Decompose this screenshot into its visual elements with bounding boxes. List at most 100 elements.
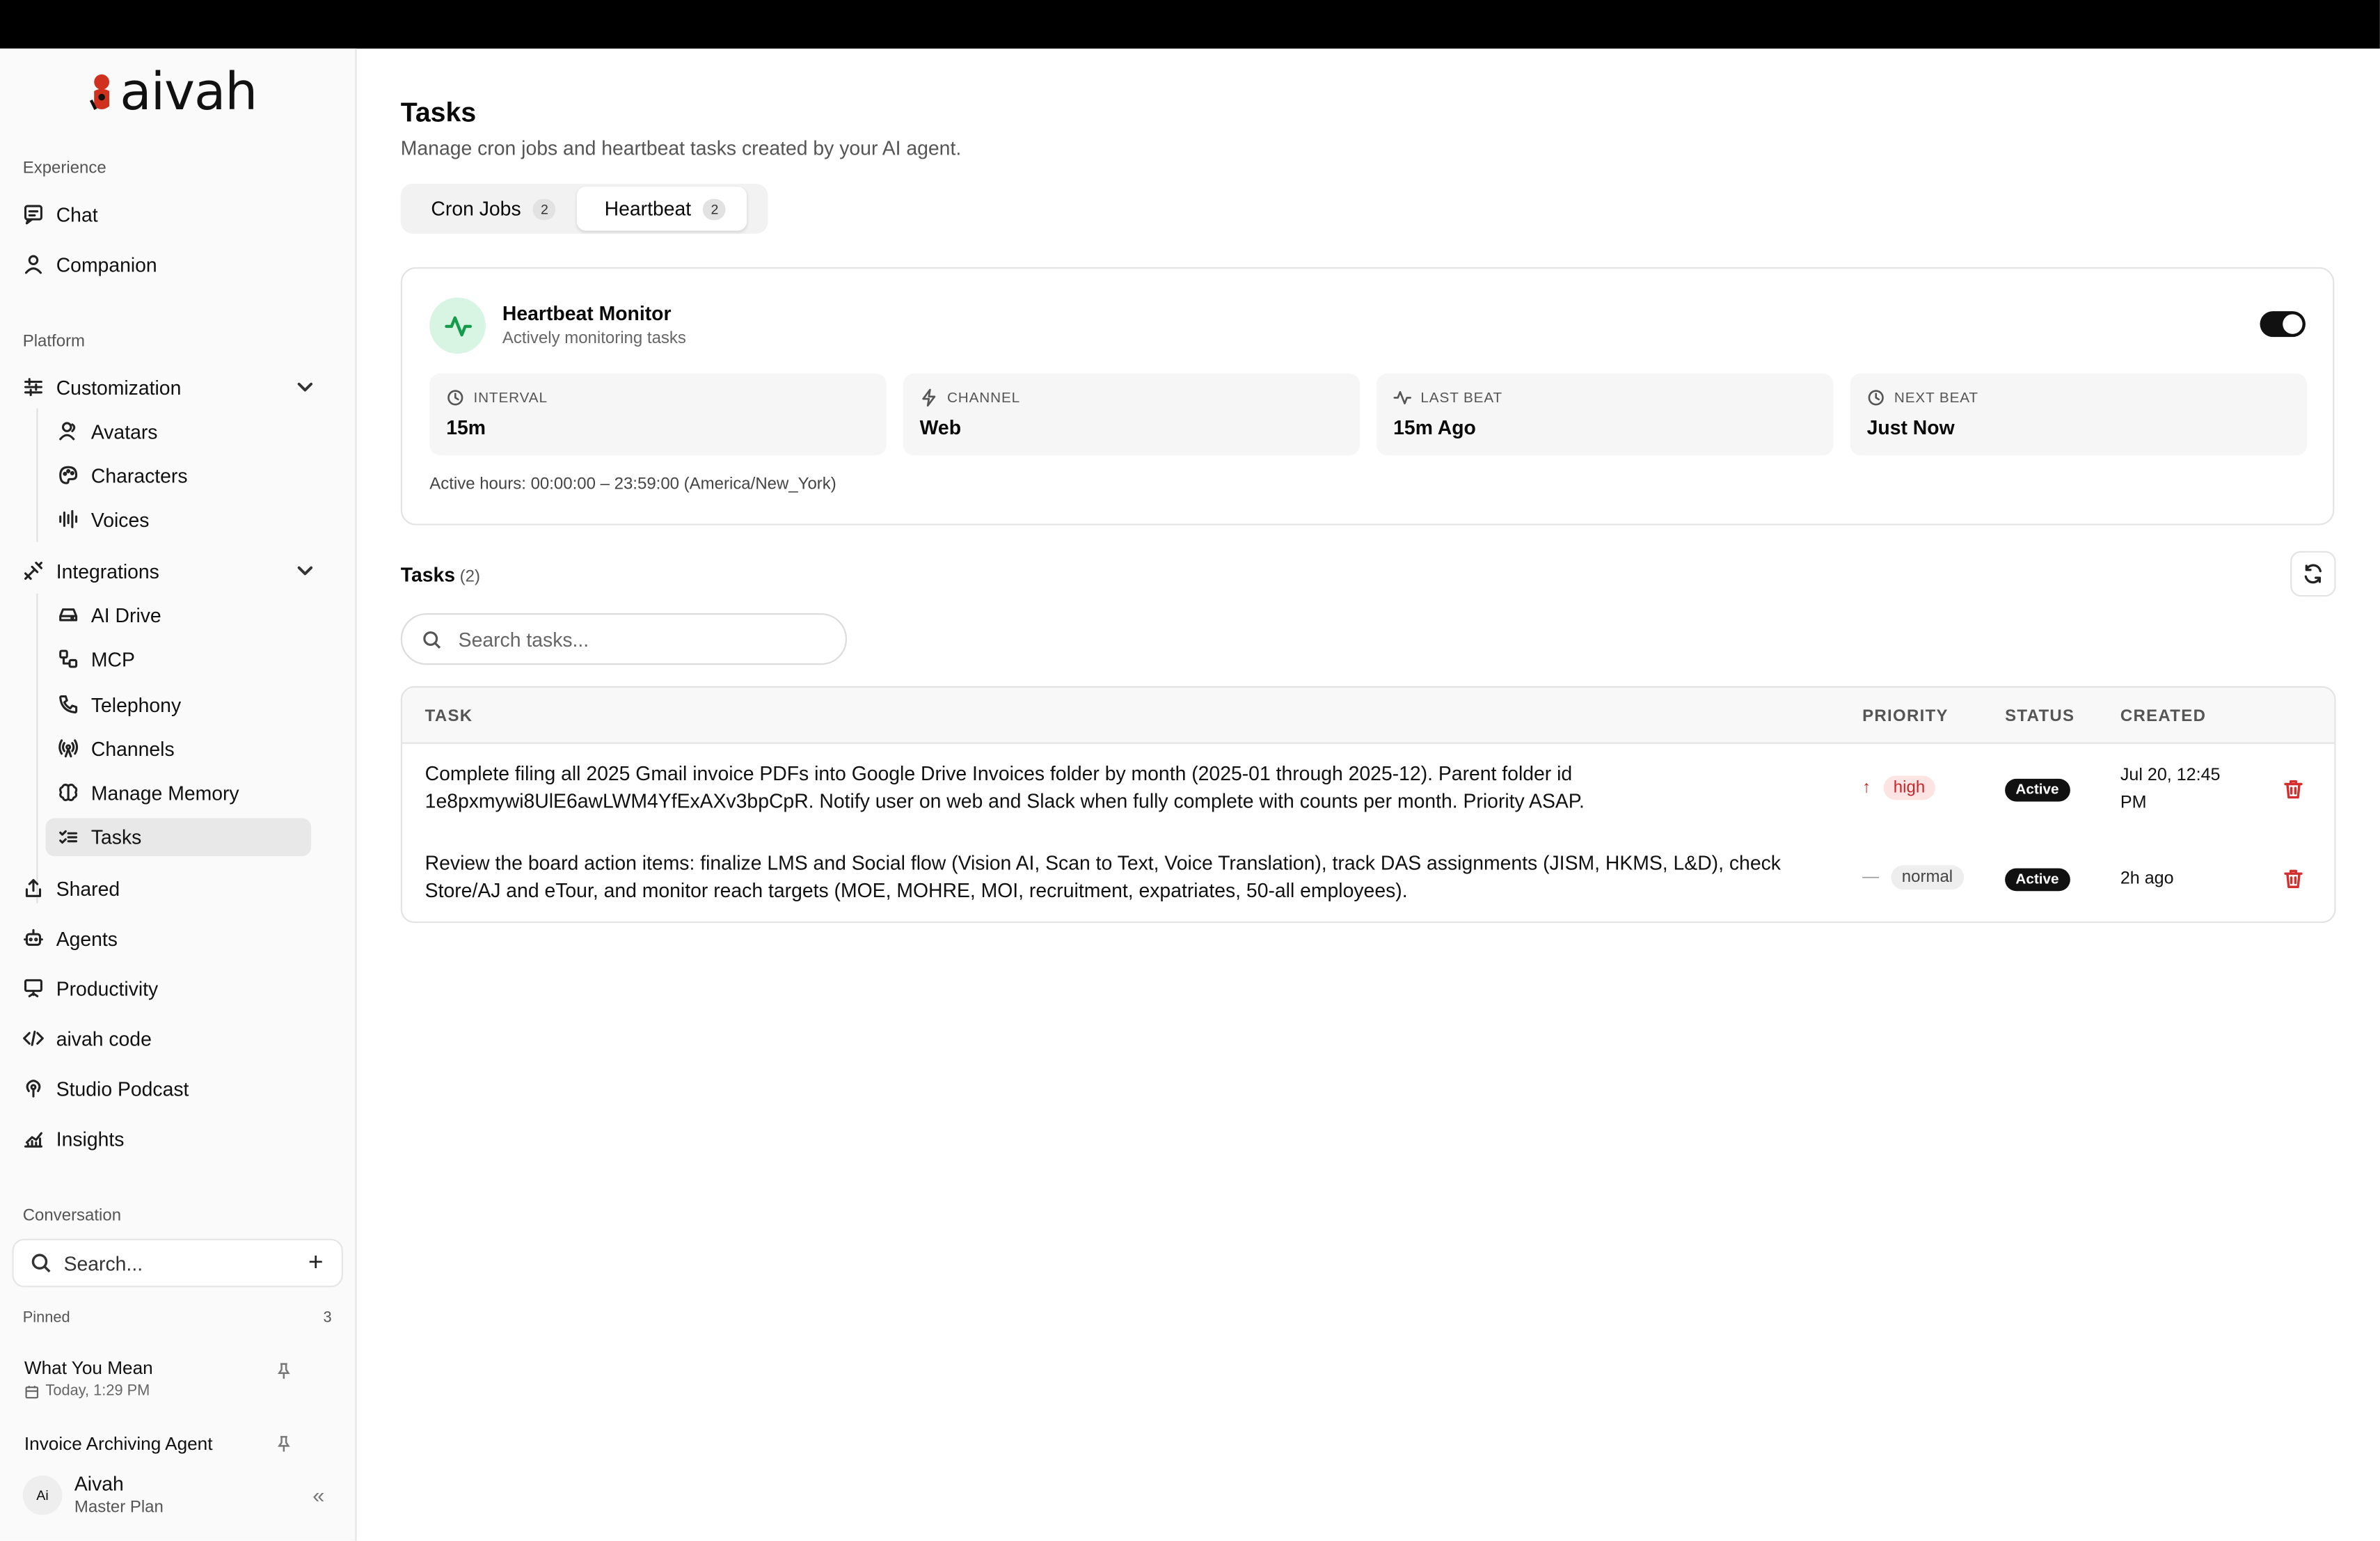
sidebar-item-companion[interactable]: Companion <box>23 249 157 280</box>
sidebar-item-studio-podcast[interactable]: Studio Podcast <box>23 1073 189 1104</box>
table-header: TASK PRIORITY STATUS CREATED <box>402 687 2335 744</box>
column-header-task: TASK <box>425 707 473 726</box>
sidebar-item-telephony[interactable]: Telephony <box>58 689 181 720</box>
stat-label: LAST BEAT <box>1420 389 1503 406</box>
trash-icon[interactable] <box>2283 779 2304 800</box>
sidebar-item-productivity[interactable]: Productivity <box>23 973 159 1004</box>
task-text-line: Review the board action items: finalize … <box>425 851 1781 875</box>
brand-name: aivah <box>120 62 257 123</box>
sidebar-item-ai-drive[interactable]: AI Drive <box>58 599 161 630</box>
pin-icon[interactable] <box>275 1433 293 1452</box>
sidebar-item-label: Tasks <box>90 825 142 849</box>
new-conversation-plus-icon[interactable]: + <box>308 1249 324 1275</box>
stat-interval: INTERVAL 15m <box>429 373 887 456</box>
chevron-down-icon[interactable] <box>296 562 314 580</box>
section-label-conversation: Conversation <box>22 1206 122 1226</box>
lightning-icon <box>922 388 936 407</box>
sidebar-item-manage-memory[interactable]: Manage Memory <box>58 777 239 808</box>
pinned-conversation-item[interactable]: What You Mean Today, 1:29 PM <box>24 1357 153 1400</box>
sidebar-item-voices[interactable]: Voices <box>58 504 150 535</box>
sliders-icon <box>23 377 45 398</box>
share-icon <box>23 878 45 899</box>
tab-count-badge: 2 <box>533 198 556 220</box>
podcast-icon <box>23 1078 45 1100</box>
created-line: 2h ago <box>2120 869 2174 888</box>
sidebar-item-mcp[interactable]: MCP <box>58 644 135 674</box>
sidebar-item-label: Characters <box>90 464 188 487</box>
tasks-heading: Tasks (2) <box>401 563 480 586</box>
radio-tower-icon <box>58 738 79 759</box>
pin-icon[interactable] <box>275 1360 293 1379</box>
stat-value: Just Now <box>1866 416 1955 439</box>
monitor-subtitle: Actively monitoring tasks <box>502 329 686 348</box>
conversation-search[interactable]: Search... + <box>12 1238 343 1288</box>
trash-icon[interactable] <box>2283 869 2304 890</box>
page-subtitle: Manage cron jobs and heartbeat tasks cre… <box>400 136 962 160</box>
monitor-enabled-toggle[interactable] <box>2260 311 2306 338</box>
sidebar-item-shared[interactable]: Shared <box>23 873 120 903</box>
sidebar-item-customization[interactable]: Customization <box>23 372 342 402</box>
table-row[interactable]: Review the board action items: finalize … <box>402 835 2334 922</box>
dash-icon: — <box>1862 868 1880 887</box>
chevron-down-icon[interactable] <box>296 378 314 396</box>
window-top-bar <box>0 0 2380 49</box>
task-text-line: Store/AJ and eTour, and monitor reach ta… <box>425 878 1408 902</box>
heartbeat-monitor-card: Heartbeat Monitor Actively monitoring ta… <box>400 267 2335 525</box>
sidebar-item-agents[interactable]: Agents <box>23 923 118 954</box>
task-text: Complete filing all 2025 Gmail invoice P… <box>425 761 1822 816</box>
pinned-conversation-item[interactable]: Invoice Archiving Agent <box>24 1433 213 1455</box>
priority-badge: high <box>1882 775 1936 800</box>
created-cell: Jul 20, 12:45 PM <box>2120 762 2221 817</box>
pinned-conversation-title: What You Mean <box>24 1357 153 1379</box>
status-badge: Active <box>2005 778 2070 802</box>
sidebar-item-label: Integrations <box>56 559 159 583</box>
sidebar-item-integrations[interactable]: Integrations <box>23 555 342 586</box>
brain-icon <box>58 782 79 803</box>
stat-channel: CHANNEL Web <box>903 373 1360 456</box>
pulse-icon <box>1393 390 1412 404</box>
presentation-icon <box>23 978 45 999</box>
arrow-up-icon: ↑ <box>1862 778 1871 798</box>
brand-logo[interactable]: aivah <box>88 62 257 123</box>
created-line: Jul 20, 12:45 <box>2120 766 2221 785</box>
sidebar-item-label: Agents <box>56 926 118 950</box>
tab-label: Cron Jobs <box>431 197 521 221</box>
audio-waveform-icon <box>58 509 79 530</box>
main-content: Tasks Manage cron jobs and heartbeat tas… <box>357 49 2380 1541</box>
sidebar-item-aivah-code[interactable]: aivah code <box>23 1023 152 1054</box>
sidebar-item-label: Studio Podcast <box>56 1077 189 1100</box>
sidebar-item-label: MCP <box>90 647 135 670</box>
sidebar-item-channels[interactable]: Channels <box>58 733 175 764</box>
sidebar-item-label: aivah code <box>56 1027 152 1050</box>
sidebar-item-chat[interactable]: Chat <box>23 199 98 230</box>
sidebar-item-avatars[interactable]: Avatars <box>58 416 158 447</box>
monitor-title: Heartbeat Monitor <box>502 302 672 325</box>
priority-badge: normal <box>1891 865 1964 890</box>
code-icon <box>23 1028 45 1050</box>
task-search-input[interactable]: Search tasks... <box>400 613 847 665</box>
submenu-guide-line <box>36 593 38 903</box>
task-text-line: 1e8pxmywi8UlE6awLWM4YfExAXv3bpCpR. Notif… <box>425 789 1585 812</box>
column-header-priority: PRIORITY <box>1862 707 1949 726</box>
sidebar-item-label: Manage Memory <box>90 781 239 804</box>
table-row[interactable]: Complete filing all 2025 Gmail invoice P… <box>402 745 2334 833</box>
sidebar-item-tasks[interactable]: Tasks <box>45 818 312 857</box>
tab-cron-jobs[interactable]: Cron Jobs 2 <box>404 187 577 230</box>
sidebar-item-label: Channels <box>90 736 175 760</box>
section-label-experience: Experience <box>22 159 106 178</box>
search-icon <box>31 1254 51 1273</box>
collapse-sidebar-icon[interactable]: « <box>312 1483 324 1508</box>
bot-icon <box>23 928 45 949</box>
refresh-button[interactable] <box>2290 551 2336 597</box>
user-profile[interactable]: Ai Aivah Master Plan <box>22 1473 164 1517</box>
task-search-placeholder: Search tasks... <box>458 627 589 651</box>
sidebar-item-label: AI Drive <box>90 603 161 626</box>
conversation-search-input[interactable]: Search... <box>64 1251 143 1274</box>
avatar: Ai <box>22 1474 63 1515</box>
refresh-icon <box>2304 564 2322 584</box>
sidebar-item-characters[interactable]: Characters <box>58 460 188 491</box>
status-badge: Active <box>2005 868 2070 892</box>
sidebar-item-label: Insights <box>56 1127 125 1151</box>
sidebar-item-insights[interactable]: Insights <box>23 1123 125 1154</box>
tab-heartbeat[interactable]: Heartbeat 2 <box>577 187 747 231</box>
